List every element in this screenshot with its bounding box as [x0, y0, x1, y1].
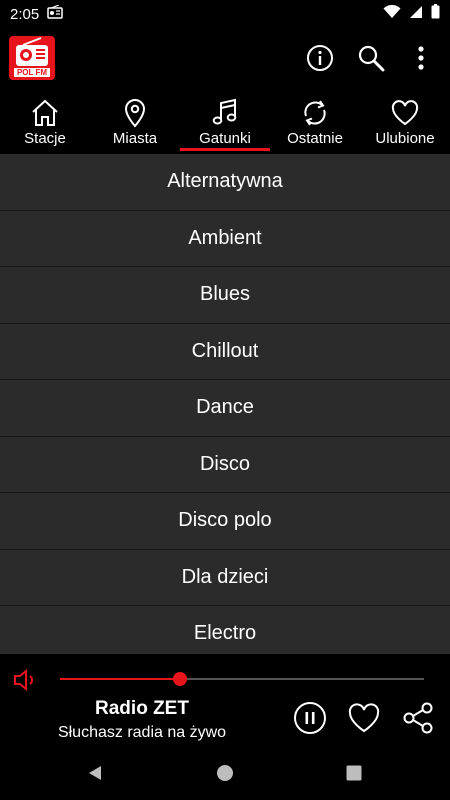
mini-player: Radio ZET Słuchasz radia na żywo	[0, 654, 450, 746]
battery-icon	[431, 4, 440, 24]
list-item[interactable]: Dance	[0, 380, 450, 437]
system-nav-bar	[0, 746, 450, 800]
tab-label: Gatunki	[199, 130, 251, 147]
location-pin-icon	[120, 98, 150, 128]
station-name: Radio ZET	[95, 698, 189, 719]
list-item[interactable]: Ambient	[0, 211, 450, 267]
signal-icon	[409, 5, 423, 24]
volume-slider-fill	[60, 678, 181, 680]
list-item[interactable]: Chillout	[0, 324, 450, 380]
status-bar: 2:05	[0, 0, 450, 28]
list-item[interactable]: Electro	[0, 606, 450, 654]
share-button[interactable]	[400, 700, 436, 736]
heart-icon	[390, 98, 420, 128]
volume-slider-thumb[interactable]	[173, 672, 188, 686]
tab-label: Stacje	[24, 130, 66, 147]
pause-icon	[294, 702, 326, 734]
share-icon	[403, 702, 433, 734]
tab-label: Ostatnie	[287, 130, 343, 147]
list-item[interactable]: Disco	[0, 437, 450, 493]
back-triangle-icon	[89, 766, 101, 780]
tab-label: Ulubione	[375, 130, 435, 147]
tab-genres[interactable]: Gatunki	[180, 92, 270, 154]
volume-icon[interactable]	[12, 667, 38, 693]
list-item[interactable]: Blues	[0, 267, 450, 324]
more-vert-icon	[418, 46, 424, 70]
home-icon	[30, 98, 60, 128]
selected-tab-indicator	[180, 148, 270, 151]
tab-stations[interactable]: Stacje	[0, 92, 90, 154]
wifi-icon	[383, 4, 401, 24]
tab-label: Miasta	[112, 130, 158, 147]
list-item[interactable]: Dla dzieci	[0, 550, 450, 606]
tab-bar: Stacje Miasta Gatunki Ostatnie Ulubione	[0, 92, 450, 154]
heart-icon	[348, 703, 380, 733]
nav-recents-button[interactable]	[342, 761, 366, 785]
volume-slider[interactable]	[60, 672, 424, 686]
tab-cities[interactable]: Miasta	[90, 92, 180, 154]
info-button[interactable]	[304, 42, 336, 74]
music-note-icon	[210, 98, 240, 128]
home-circle-icon	[217, 765, 233, 781]
refresh-icon	[300, 98, 330, 128]
search-icon	[358, 45, 385, 72]
recents-square-icon	[346, 765, 362, 781]
genre-list: Alternatywna Ambient Blues Chillout Danc…	[0, 154, 450, 654]
status-time: 2:05	[10, 5, 40, 23]
list-item[interactable]: Alternatywna	[0, 154, 450, 211]
station-subtitle: Słuchasz radia na żywo	[57, 724, 227, 741]
app-bar: POL FM	[0, 28, 450, 92]
search-button[interactable]	[355, 42, 387, 74]
favorite-button[interactable]	[346, 700, 382, 736]
nav-home-button[interactable]	[213, 761, 237, 785]
app-logo: POL FM	[9, 36, 55, 80]
tab-recent[interactable]: Ostatnie	[270, 92, 360, 154]
radio-notification-icon	[47, 3, 63, 24]
overflow-menu-button[interactable]	[405, 42, 437, 74]
pause-button[interactable]	[292, 700, 328, 736]
list-item[interactable]: Disco polo	[0, 493, 450, 550]
info-icon	[307, 45, 333, 71]
tab-favorites[interactable]: Ulubione	[360, 92, 450, 154]
logo-text: POL FM	[13, 68, 51, 77]
nav-back-button[interactable]	[83, 761, 107, 785]
